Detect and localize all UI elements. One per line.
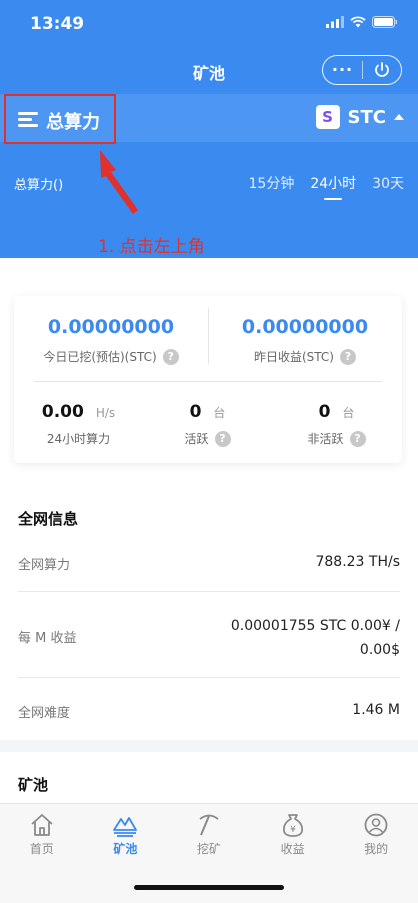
inactive-label: 非活跃: [307, 432, 344, 446]
yesterday-earnings: 0.00000000 昨日收益(STC)?: [208, 316, 402, 365]
inactive-unit: 台: [342, 406, 355, 420]
section-gap: [0, 740, 418, 752]
tab-label: 我的: [364, 842, 389, 856]
inactive-value: 0: [318, 402, 331, 422]
active-unit: 台: [213, 406, 226, 420]
info-row-difficulty: 全网难度 1.46 M: [18, 678, 400, 740]
divider: [34, 381, 382, 382]
help-icon[interactable]: ?: [340, 348, 356, 365]
mined-today-label: 今日已挖(预估)(STC): [43, 350, 157, 364]
home-indicator[interactable]: [134, 885, 284, 890]
info-key: 全网难度: [18, 706, 71, 721]
tab-label: 收益: [280, 842, 305, 856]
mined-today-value: 0.00000000: [47, 316, 175, 338]
network-info-title: 全网信息: [18, 510, 79, 528]
active-value: 0: [189, 402, 202, 422]
yesterday-label: 昨日收益(STC): [254, 350, 334, 364]
inactive-workers: 0台 非活跃?: [272, 402, 401, 447]
svg-text:¥: ¥: [290, 825, 296, 835]
user-icon: [364, 813, 388, 837]
help-icon[interactable]: ?: [349, 430, 366, 447]
annotation-text: 1. 点击左上角: [98, 237, 205, 257]
pool-title: 矿池: [18, 776, 49, 794]
main-content: 0.00000000 今日已挖(预估)(STC)? 0.00000000 昨日收…: [0, 258, 418, 803]
hashrate-24h-label: 24小时算力: [46, 432, 111, 446]
moneybag-icon: ¥: [282, 814, 303, 837]
hashrate-24h: 0.00 H/s 24小时算力: [14, 402, 143, 447]
mined-today: 0.00000000 今日已挖(预估)(STC)?: [14, 316, 208, 365]
active-label: 活跃: [184, 432, 209, 446]
info-value: 0.00001755 STC 0.00¥ / 0.00$: [231, 614, 400, 662]
pickaxe-icon: [199, 814, 219, 836]
info-row-network-hashrate: 全网算力 788.23 TH/s: [18, 536, 400, 592]
info-key: 每 M 收益: [18, 631, 77, 646]
info-row-earnings-per-m: 每 M 收益 0.00001755 STC 0.00¥ / 0.00$: [18, 592, 400, 678]
annotation-arrow: [100, 150, 138, 214]
tab-bar: 首页 矿池 挖矿 ¥ 收益 我的: [0, 803, 418, 873]
pool-icon: [113, 817, 138, 837]
tab-label: 矿池: [113, 842, 138, 856]
tab-pool[interactable]: 矿池: [84, 804, 168, 873]
tab-home[interactable]: 首页: [0, 804, 84, 873]
tab-mining[interactable]: 挖矿: [167, 804, 251, 873]
help-icon[interactable]: ?: [162, 348, 179, 365]
tab-profile[interactable]: 我的: [334, 804, 418, 873]
tab-label: 首页: [29, 842, 54, 856]
info-value: 1.46 M: [352, 702, 400, 718]
help-icon[interactable]: ?: [214, 430, 231, 447]
home-icon: [31, 814, 53, 836]
tab-earnings[interactable]: ¥ 收益: [251, 804, 335, 873]
info-value-line2: 0.00$: [359, 642, 400, 658]
info-value: 788.23 TH/s: [315, 554, 400, 570]
active-workers: 0台 活跃?: [143, 402, 272, 447]
hashrate-24h-unit: H/s: [95, 406, 116, 420]
yesterday-value: 0.00000000: [241, 316, 369, 338]
summary-card: 0.00000000 今日已挖(预估)(STC)? 0.00000000 昨日收…: [14, 296, 402, 463]
hashrate-24h-value: 0.00: [41, 402, 84, 422]
info-value-line1: 0.00001755 STC 0.00¥ /: [230, 618, 400, 634]
info-key: 全网算力: [18, 558, 71, 573]
tab-label: 挖矿: [196, 842, 221, 856]
